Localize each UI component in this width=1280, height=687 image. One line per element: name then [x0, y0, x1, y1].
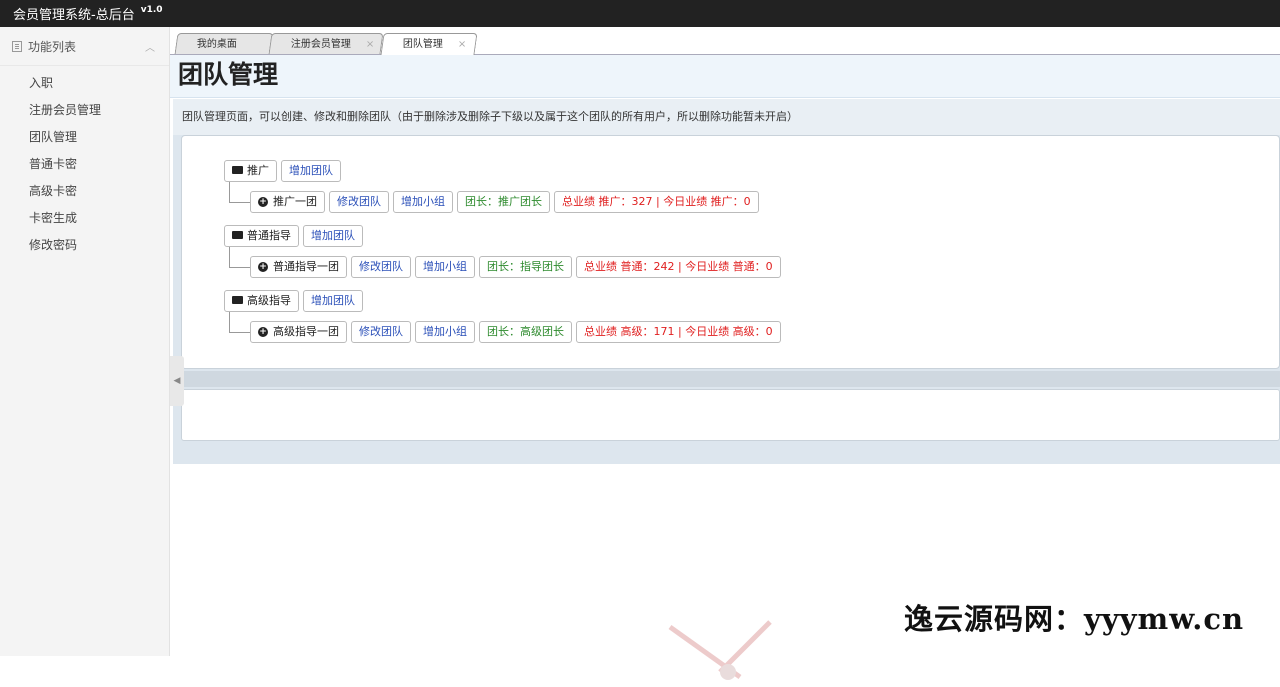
sidebar-item-onboard[interactable]: 入职 [0, 70, 169, 97]
tab-team-management[interactable]: 团队管理 × [380, 33, 478, 55]
category-button[interactable]: 高级指导 [224, 290, 299, 312]
category-button[interactable]: 推广 [224, 160, 277, 182]
team-stats-badge: 总业绩 高级：171 | 今日业绩 高级：0 [576, 321, 781, 343]
team-leader-badge: 团长：指导团长 [479, 256, 572, 278]
team-stats-badge: 总业绩 推广：327 | 今日业绩 推广：0 [554, 191, 759, 213]
sidebar-item-card-generate[interactable]: 卡密生成 [0, 205, 169, 232]
tab-member-management[interactable]: 注册会员管理 × [268, 33, 384, 55]
folder-open-icon [232, 296, 243, 304]
edit-team-button[interactable]: 修改团队 [351, 321, 411, 343]
add-team-button[interactable]: 增加团队 [281, 160, 341, 182]
add-group-button[interactable]: 增加小组 [393, 191, 453, 213]
plus-circle-icon: + [258, 327, 268, 337]
team-name: 普通指导一团 [273, 260, 339, 273]
app-title: 会员管理系统-总后台 [13, 8, 135, 23]
category-label: 高级指导 [247, 294, 291, 307]
sidebar: 功能列表 ︿ 入职 注册会员管理 团队管理 普通卡密 高级卡密 卡密生成 修改密… [0, 27, 170, 656]
chevron-up-icon[interactable]: ︿ [145, 39, 155, 54]
tree-connector [229, 312, 230, 332]
tree-connector [229, 267, 251, 268]
edit-team-button[interactable]: 修改团队 [329, 191, 389, 213]
section-divider [181, 371, 1280, 387]
category-label: 推广 [247, 164, 269, 177]
page-description: 团队管理页面，可以创建、修改和删除团队（由于删除涉及删除子下级以及属于这个团队的… [173, 99, 1280, 135]
watermark-text: 逸云源码网：yyymw.cn [904, 602, 1245, 636]
category-label: 普通指导 [247, 229, 291, 242]
main-area: 我的桌面 注册会员管理 × 团队管理 × 团队管理 团队管理页面，可以创建、修改… [170, 27, 1280, 680]
tab-label: 我的桌面 [196, 39, 237, 50]
plus-circle-icon: + [258, 262, 268, 272]
tab-bar: 我的桌面 注册会员管理 × 团队管理 × [170, 27, 1280, 55]
tab-divider [170, 54, 1280, 55]
team-toggle-button[interactable]: + 普通指导一团 [250, 256, 347, 278]
tree-connector [229, 247, 230, 267]
team-stats-badge: 总业绩 普通：242 | 今日业绩 普通：0 [576, 256, 781, 278]
add-team-button[interactable]: 增加团队 [303, 290, 363, 312]
tree-connector [229, 202, 251, 203]
team-name: 高级指导一团 [273, 325, 339, 338]
category-button[interactable]: 普通指导 [224, 225, 299, 247]
tab-desktop[interactable]: 我的桌面 [174, 33, 274, 54]
app-version: v1.0 [140, 4, 163, 15]
sidebar-item-members[interactable]: 注册会员管理 [0, 97, 169, 124]
team-tree-box: 推广 增加团队 + 推广一团 修改团队 增加小组 团长：推广团长 总业绩 推广：3… [181, 135, 1280, 369]
sidebar-menu: 入职 注册会员管理 团队管理 普通卡密 高级卡密 卡密生成 修改密码 [0, 66, 169, 259]
folder-open-icon [232, 231, 243, 239]
close-icon[interactable]: × [458, 34, 466, 55]
add-group-button[interactable]: 增加小组 [415, 256, 475, 278]
add-team-button[interactable]: 增加团队 [303, 225, 363, 247]
team-toggle-button[interactable]: + 推广一团 [250, 191, 325, 213]
page-title: 团队管理 [178, 60, 279, 89]
add-group-button[interactable]: 增加小组 [415, 321, 475, 343]
top-bar: 会员管理系统-总后台 v1.0 [0, 0, 1280, 27]
windmill-background-image [668, 620, 772, 680]
team-name: 推广一团 [273, 195, 317, 208]
sidebar-item-teams[interactable]: 团队管理 [0, 124, 169, 151]
tab-label: 团队管理 [402, 39, 443, 50]
tree-connector [229, 182, 230, 202]
team-leader-badge: 团长：推广团长 [457, 191, 550, 213]
content-panel: 团队管理页面，可以创建、修改和删除团队（由于删除涉及删除子下级以及属于这个团队的… [173, 99, 1280, 464]
sidebar-header-label: 功能列表 [28, 39, 77, 54]
tree-connector [229, 332, 251, 333]
page-header: 团队管理 [170, 55, 1280, 98]
close-icon[interactable]: × [366, 34, 374, 55]
chevron-left-icon: ◀ [173, 376, 181, 386]
sidebar-item-advanced-cards[interactable]: 高级卡密 [0, 178, 169, 205]
team-leader-badge: 团长：高级团长 [479, 321, 572, 343]
tab-label: 注册会员管理 [290, 39, 351, 50]
empty-panel [181, 389, 1280, 441]
sidebar-item-normal-cards[interactable]: 普通卡密 [0, 151, 169, 178]
team-toggle-button[interactable]: + 高级指导一团 [250, 321, 347, 343]
list-icon [12, 40, 22, 52]
plus-circle-icon: + [258, 197, 268, 207]
sidebar-header[interactable]: 功能列表 ︿ [0, 27, 169, 66]
edit-team-button[interactable]: 修改团队 [351, 256, 411, 278]
sidebar-collapse-toggle[interactable]: ◀ [170, 356, 184, 406]
sidebar-item-change-password[interactable]: 修改密码 [0, 232, 169, 259]
folder-open-icon [232, 166, 243, 174]
